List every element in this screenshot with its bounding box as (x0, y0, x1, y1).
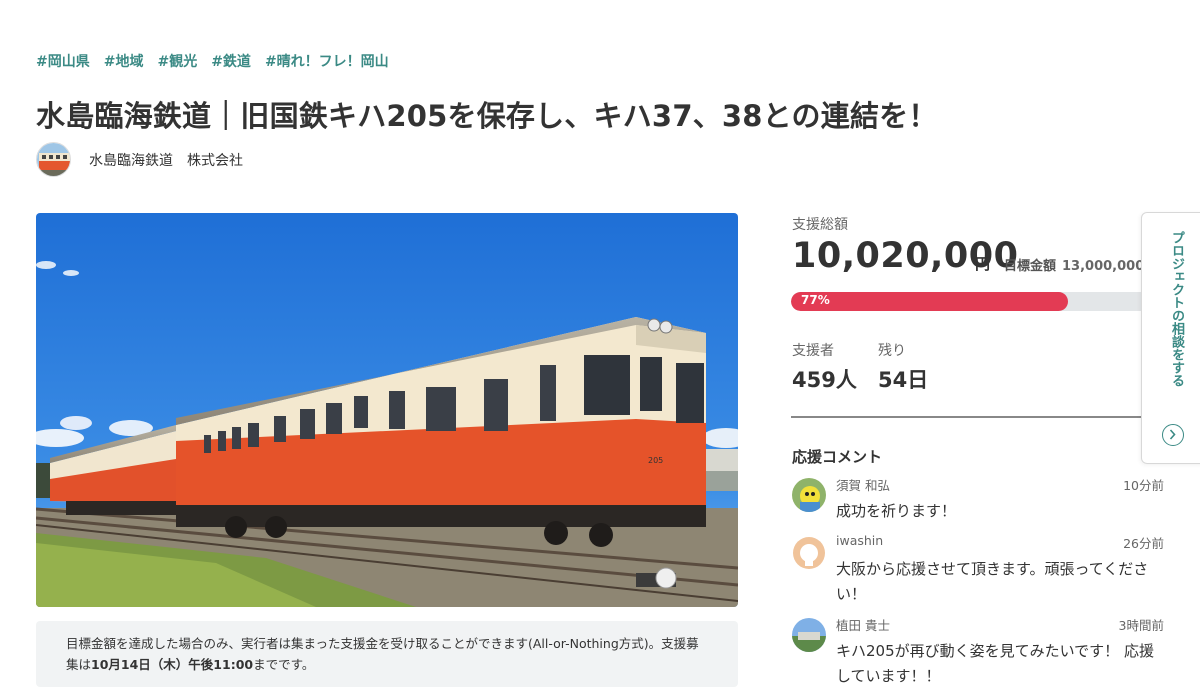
commenter-name[interactable]: iwashin (836, 533, 883, 548)
progress-percent: 77% (801, 293, 830, 307)
consult-project-label: プロジェクトの相談をする (1169, 231, 1184, 387)
remaining-label: 残り (878, 343, 906, 359)
owner-name[interactable]: 水島臨海鉄道 株式会社 (89, 150, 243, 170)
car-number: 205 (648, 456, 663, 465)
goal-label: 目標金額 (1004, 259, 1057, 274)
comment-time: 26分前 (1123, 536, 1164, 551)
comment-time: 10分前 (1123, 478, 1164, 493)
commenter-avatar[interactable] (792, 478, 826, 512)
progress-bar: 77% (791, 292, 1151, 311)
supporters-count: 459人 (792, 368, 857, 392)
remaining-days: 54日 (878, 368, 929, 392)
tag-region[interactable]: #地域 (104, 51, 144, 71)
commenter-name[interactable]: 須賀 和弘 (836, 475, 890, 494)
chevron-right-icon (1162, 424, 1184, 446)
project-owner: 水島臨海鉄道 株式会社 (36, 142, 243, 177)
commenter-name[interactable]: 植田 貴士 (836, 615, 890, 634)
comment-item: 須賀 和弘 10分前 成功を祈ります！ (792, 478, 1164, 528)
tag-list: #岡山県 #地域 #観光 #鉄道 #晴れ！フレ！岡山 (36, 51, 389, 71)
tag-hare-fure-okayama[interactable]: #晴れ！フレ！岡山 (265, 51, 389, 71)
all-or-nothing-notice: 目標金額を達成した場合のみ、実行者は集まった支援金を受け取ることができます(Al… (36, 621, 738, 687)
comment-text: 成功を祈ります！ (836, 502, 957, 520)
divider (791, 416, 1163, 418)
comment-item: 植田 貴士 3時間前 キハ205が再び動く姿を見てみたいです！ 応援しています！… (792, 618, 1164, 688)
comment-item: iwashin 26分前 大阪から応援させて頂きます。頑張ってください！ (792, 533, 1164, 606)
tag-railway[interactable]: #鉄道 (211, 51, 251, 71)
progress-fill (791, 292, 1069, 311)
consult-project-tab[interactable]: プロジェクトの相談をする (1141, 212, 1200, 464)
tag-okayama[interactable]: #岡山県 (36, 51, 90, 71)
owner-avatar[interactable] (36, 142, 71, 177)
project-title: 水島臨海鉄道｜旧国鉄キハ205を保存し、キハ37、38との連結を！ (36, 99, 938, 133)
total-yen: 円 (975, 255, 991, 273)
notice-deadline: 10月14日（木）午後11:00 (91, 657, 254, 672)
supporters-label: 支援者 (792, 343, 834, 359)
hero-image: 205 (36, 213, 738, 607)
total-label: 支援総額 (792, 217, 848, 233)
comment-time: 3時間前 (1118, 618, 1164, 633)
tag-tourism[interactable]: #観光 (157, 51, 197, 71)
comment-text: キハ205が再び動く姿を見てみたいです！ 応援しています！！ (836, 642, 1154, 685)
commenter-avatar[interactable] (792, 618, 826, 652)
commenter-avatar[interactable] (792, 536, 826, 570)
comment-text: 大阪から応援させて頂きます。頑張ってください！ (836, 560, 1149, 603)
comments-title: 応援コメント (792, 448, 883, 466)
notice-text-end: までです。 (253, 657, 315, 672)
goal-amount: 目標金額 13,000,000円 (1004, 255, 1157, 274)
